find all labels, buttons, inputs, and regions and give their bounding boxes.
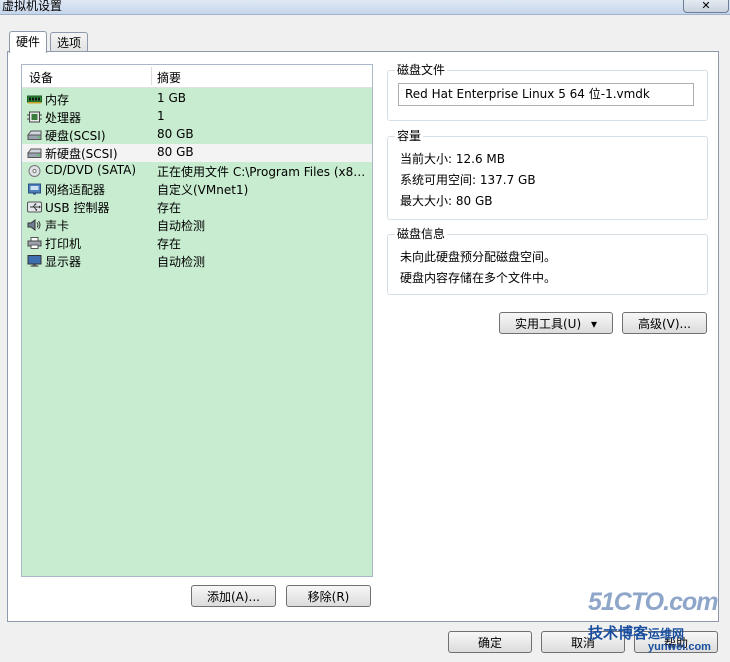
remove-device-button[interactable]: 移除(R) bbox=[286, 585, 371, 607]
device-name: CD/DVD (SATA) bbox=[45, 163, 137, 177]
hard-disk-icon bbox=[27, 130, 42, 140]
disk-file-group-title: 磁盘文件 bbox=[395, 62, 448, 78]
cd-dvd-icon bbox=[28, 165, 41, 177]
watermark-slogan: 技术博客运维网 bbox=[588, 622, 684, 643]
network-adapter-icon bbox=[28, 183, 41, 195]
add-device-button[interactable]: 添加(A)... bbox=[191, 585, 276, 607]
watermark-slogan-part1: 技术博客 bbox=[588, 625, 649, 642]
device-name: USB 控制器 bbox=[45, 201, 110, 215]
current-size-text: 当前大小: 12.6 MB bbox=[400, 152, 505, 166]
tab-hardware[interactable]: 硬件 bbox=[9, 31, 48, 53]
device-row-hard-disk[interactable]: 硬盘(SCSI) 80 GB bbox=[22, 126, 372, 144]
system-free-space-text: 系统可用空间: 137.7 GB bbox=[400, 173, 536, 187]
watermark-brand: 51CTO.com bbox=[588, 588, 718, 616]
window-title-bar: 虚拟机设置 ✕ bbox=[0, 0, 730, 15]
device-name: 硬盘(SCSI) bbox=[45, 129, 106, 143]
device-summary: 存在 bbox=[157, 201, 182, 215]
printer-icon bbox=[27, 237, 42, 249]
device-name: 新硬盘(SCSI) bbox=[45, 147, 118, 161]
device-summary: 正在使用文件 C:\Program Files (x86... bbox=[157, 165, 367, 179]
disk-file-path-field[interactable]: Red Hat Enterprise Linux 5 64 位-1.vmdk bbox=[398, 83, 694, 106]
utilities-label: 实用工具(U) bbox=[514, 317, 582, 331]
device-row-printer[interactable]: 打印机 存在 bbox=[22, 234, 372, 252]
tab-options[interactable]: 选项 bbox=[50, 32, 89, 52]
device-name: 打印机 bbox=[45, 237, 82, 251]
device-name: 声卡 bbox=[45, 219, 70, 233]
device-summary: 自动检测 bbox=[157, 219, 206, 233]
memory-icon bbox=[27, 95, 42, 104]
device-row-network-adapter[interactable]: 网络适配器 自定义(VMnet1) bbox=[22, 180, 372, 198]
device-row-usb-controller[interactable]: USB 控制器 存在 bbox=[22, 198, 372, 216]
column-header-device[interactable]: 设备 bbox=[29, 69, 53, 86]
window-title: 虚拟机设置 bbox=[2, 0, 63, 13]
max-size-text: 最大大小: 80 GB bbox=[400, 194, 493, 208]
device-list-header: 设备 摘要 bbox=[22, 65, 372, 88]
column-separator[interactable] bbox=[151, 67, 152, 85]
processor-icon bbox=[27, 111, 42, 123]
tab-hardware-label: 硬件 bbox=[16, 35, 41, 49]
device-row-display[interactable]: 显示器 自动检测 bbox=[22, 252, 372, 270]
sound-card-icon bbox=[27, 219, 41, 231]
device-summary: 1 bbox=[157, 109, 165, 123]
device-row-memory[interactable]: 内存 1 GB bbox=[22, 90, 372, 108]
disk-info-preallocation-text: 未向此硬盘预分配磁盘空间。 bbox=[400, 250, 557, 264]
ok-button[interactable]: 确定 bbox=[448, 631, 532, 653]
device-summary: 80 GB bbox=[157, 127, 194, 141]
device-name: 网络适配器 bbox=[45, 183, 106, 197]
device-row-cd-dvd[interactable]: CD/DVD (SATA) 正在使用文件 C:\Program Files (x… bbox=[22, 162, 372, 180]
device-summary: 自动检测 bbox=[157, 255, 206, 269]
device-list[interactable]: 设备 摘要 内存 1 GB 处理器 1 硬盘(SCSI) 80 GB 新硬盘(S… bbox=[21, 64, 373, 577]
dropdown-arrow-icon: ▾ bbox=[590, 317, 597, 331]
watermark-slogan-part2: 运维网 bbox=[648, 627, 685, 641]
display-icon bbox=[27, 255, 42, 267]
close-icon: ✕ bbox=[701, 0, 711, 12]
advanced-button[interactable]: 高级(V)... bbox=[622, 312, 707, 334]
usb-icon bbox=[27, 201, 42, 213]
close-button[interactable]: ✕ bbox=[683, 0, 729, 13]
disk-info-group-title: 磁盘信息 bbox=[395, 226, 448, 242]
hard-disk-icon bbox=[27, 148, 42, 158]
device-summary: 1 GB bbox=[157, 91, 186, 105]
device-summary: 80 GB bbox=[157, 145, 194, 159]
device-name: 显示器 bbox=[45, 255, 82, 269]
capacity-group-title: 容量 bbox=[395, 128, 424, 144]
device-name: 内存 bbox=[45, 93, 70, 107]
device-summary: 存在 bbox=[157, 237, 182, 251]
disk-info-storage-text: 硬盘内容存储在多个文件中。 bbox=[400, 271, 557, 285]
device-row-sound-card[interactable]: 声卡 自动检测 bbox=[22, 216, 372, 234]
watermark-url: yunwei.com bbox=[648, 641, 711, 653]
column-header-summary[interactable]: 摘要 bbox=[157, 69, 181, 86]
device-row-new-hard-disk[interactable]: 新硬盘(SCSI) 80 GB bbox=[22, 144, 372, 162]
device-row-processor[interactable]: 处理器 1 bbox=[22, 108, 372, 126]
device-summary: 自定义(VMnet1) bbox=[157, 183, 249, 197]
device-name: 处理器 bbox=[45, 111, 82, 125]
tab-options-label: 选项 bbox=[57, 36, 82, 50]
utilities-dropdown-button[interactable]: 实用工具(U) ▾ bbox=[499, 312, 613, 334]
